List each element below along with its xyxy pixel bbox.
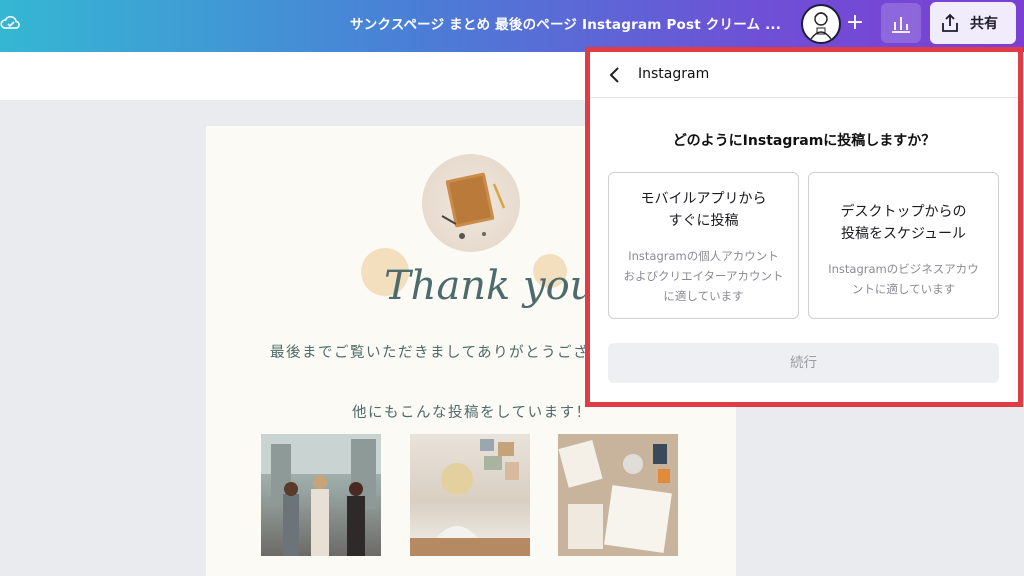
- editor-topbar: サンクスページ まとめ 最後のページ Instagram Post クリーム .…: [0, 0, 1024, 52]
- panel-title: Instagram: [638, 66, 710, 82]
- option-description: Instagramの個人アカウント およびクリエイターアカウント に適しています: [623, 249, 784, 303]
- share-button[interactable]: 共有: [930, 2, 1016, 44]
- instagram-share-panel: Instagram どのようにInstagramに投稿しますか？ モバイルアプリ…: [585, 47, 1023, 407]
- continue-button[interactable]: 続行: [608, 343, 999, 383]
- avatar[interactable]: [801, 4, 841, 44]
- thumbnail-desk-papers[interactable]: [558, 434, 678, 556]
- thanks-message[interactable]: 最後までご覧いただきましてありがとうござ: [270, 341, 589, 362]
- option-mobile-app[interactable]: モバイルアプリから すぐに投稿 Instagramの個人アカウント およびクリエ…: [608, 172, 799, 319]
- add-collaborator-button[interactable]: +: [842, 8, 868, 38]
- thumbnail-people-walking[interactable]: [261, 434, 381, 556]
- panel-header: Instagram: [590, 52, 1018, 98]
- option-title: デスクトップからの 投稿をスケジュール: [840, 204, 967, 242]
- insights-button[interactable]: [881, 3, 921, 43]
- bar-chart-icon: [892, 17, 910, 33]
- thank-you-text: Thank you!: [384, 263, 612, 309]
- cloud-saved-icon[interactable]: [0, 12, 22, 34]
- notebook-photo[interactable]: [422, 154, 520, 252]
- thumbnail-woman-desk[interactable]: [410, 434, 530, 556]
- woman-at-desk-illustration: [410, 439, 530, 556]
- other-posts-message[interactable]: 他にもこんな投稿をしています！: [352, 401, 592, 422]
- option-description: Instagramのビジネスアカウ ントに適しています: [828, 262, 979, 296]
- notebook-illustration: [441, 172, 506, 239]
- desk-papers-illustration: [558, 434, 678, 556]
- post-method-question: どのようにInstagramに投稿しますか？: [672, 133, 936, 149]
- share-upload-icon: [942, 13, 958, 32]
- share-label: 共有: [970, 16, 998, 32]
- document-title[interactable]: サンクスページ まとめ 最後のページ Instagram Post クリーム .…: [350, 13, 781, 33]
- option-desktop-schedule[interactable]: デスクトップからの 投稿をスケジュール Instagramのビジネスアカウ ント…: [808, 172, 999, 319]
- avatar-illustration-icon: [810, 12, 832, 40]
- chevron-left-icon[interactable]: [606, 66, 624, 84]
- option-title: モバイルアプリから すぐに投稿: [640, 191, 767, 229]
- people-walking-illustration: [261, 434, 381, 556]
